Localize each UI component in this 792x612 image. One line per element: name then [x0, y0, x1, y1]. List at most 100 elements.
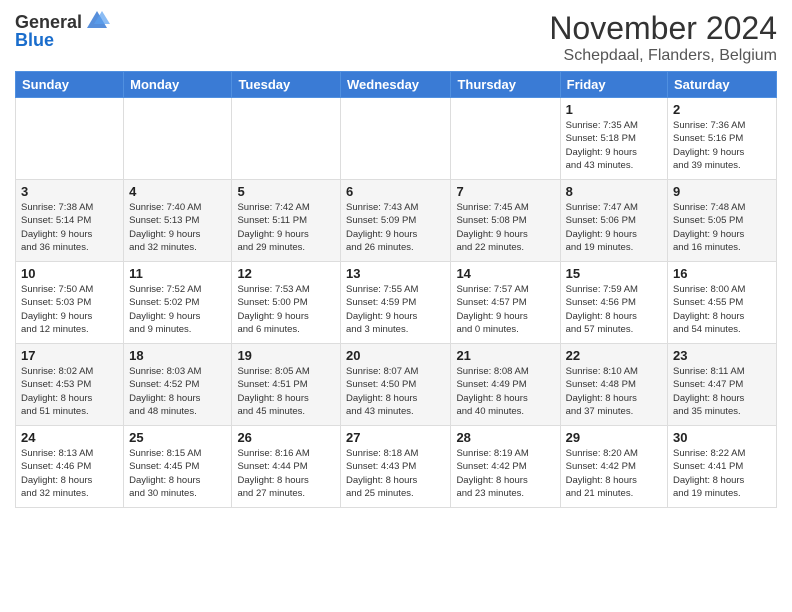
cell-w4-d5: 21 Sunrise: 8:08 AM Sunset: 4:49 PM Dayli… — [451, 344, 560, 426]
day-info: Sunrise: 8:02 AM Sunset: 4:53 PM Dayligh… — [21, 365, 118, 418]
day-info: Sunrise: 7:35 AM Sunset: 5:18 PM Dayligh… — [566, 119, 662, 172]
cell-w3-d4: 13 Sunrise: 7:55 AM Sunset: 4:59 PM Dayli… — [341, 262, 451, 344]
cell-w2-d2: 4 Sunrise: 7:40 AM Sunset: 5:13 PM Daylig… — [124, 180, 232, 262]
day-number: 17 — [21, 348, 118, 363]
day-info: Sunrise: 7:40 AM Sunset: 5:13 PM Dayligh… — [129, 201, 226, 254]
page-container: General Blue November 2024 Schepdaal, Fl… — [0, 0, 792, 518]
day-number: 30 — [673, 430, 771, 445]
day-info: Sunrise: 7:53 AM Sunset: 5:00 PM Dayligh… — [237, 283, 335, 336]
day-number: 19 — [237, 348, 335, 363]
header: General Blue November 2024 Schepdaal, Fl… — [15, 10, 777, 65]
cell-w3-d2: 11Sunrise: 7:52 AM Sunset: 5:02 PM Dayli… — [124, 262, 232, 344]
cell-w4-d2: 18Sunrise: 8:03 AM Sunset: 4:52 PM Dayli… — [124, 344, 232, 426]
day-info: Sunrise: 7:36 AM Sunset: 5:16 PM Dayligh… — [673, 119, 771, 172]
day-info: Sunrise: 7:42 AM Sunset: 5:11 PM Dayligh… — [237, 201, 335, 254]
logo-blue-text: Blue — [15, 30, 54, 51]
day-number: 4 — [129, 184, 226, 199]
cell-w4-d1: 17 Sunrise: 8:02 AM Sunset: 4:53 PM Dayli… — [16, 344, 124, 426]
col-saturday: Saturday — [668, 72, 777, 98]
cell-w5-d5: 28Sunrise: 8:19 AM Sunset: 4:42 PM Dayli… — [451, 426, 560, 508]
cell-w3-d1: 10 Sunrise: 7:50 AM Sunset: 5:03 PM Dayli… — [16, 262, 124, 344]
week-row-3: 10 Sunrise: 7:50 AM Sunset: 5:03 PM Dayli… — [16, 262, 777, 344]
day-info: Sunrise: 7:50 AM Sunset: 5:03 PM Dayligh… — [21, 283, 118, 336]
cell-w1-d2 — [124, 98, 232, 180]
cell-w2-d6: 8 Sunrise: 7:47 AM Sunset: 5:06 PM Daylig… — [560, 180, 667, 262]
location-text: Schepdaal, Flanders, Belgium — [549, 47, 777, 65]
day-number: 10 — [21, 266, 118, 281]
col-sunday: Sunday — [16, 72, 124, 98]
cell-w1-d1 — [16, 98, 124, 180]
day-number: 8 — [566, 184, 662, 199]
day-info: Sunrise: 7:59 AM Sunset: 4:56 PM Dayligh… — [566, 283, 662, 336]
cell-w5-d3: 26 Sunrise: 8:16 AM Sunset: 4:44 PM Dayli… — [232, 426, 341, 508]
day-number: 7 — [456, 184, 554, 199]
logo: General Blue — [15, 10, 110, 51]
day-number: 3 — [21, 184, 118, 199]
title-area: November 2024 Schepdaal, Flanders, Belgi… — [549, 10, 777, 65]
cell-w1-d4 — [341, 98, 451, 180]
cell-w5-d6: 29 Sunrise: 8:20 AM Sunset: 4:42 PM Dayli… — [560, 426, 667, 508]
cell-w3-d7: 16 Sunrise: 8:00 AM Sunset: 4:55 PM Dayli… — [668, 262, 777, 344]
cell-w1-d5 — [451, 98, 560, 180]
day-info: Sunrise: 7:43 AM Sunset: 5:09 PM Dayligh… — [346, 201, 445, 254]
day-number: 20 — [346, 348, 445, 363]
cell-w5-d4: 27 Sunrise: 8:18 AM Sunset: 4:43 PM Dayli… — [341, 426, 451, 508]
day-number: 27 — [346, 430, 445, 445]
cell-w5-d7: 30Sunrise: 8:22 AM Sunset: 4:41 PM Dayli… — [668, 426, 777, 508]
day-info: Sunrise: 8:05 AM Sunset: 4:51 PM Dayligh… — [237, 365, 335, 418]
day-info: Sunrise: 7:48 AM Sunset: 5:05 PM Dayligh… — [673, 201, 771, 254]
cell-w2-d1: 3 Sunrise: 7:38 AM Sunset: 5:14 PM Daylig… — [16, 180, 124, 262]
day-number: 11 — [129, 266, 226, 281]
day-info: Sunrise: 8:11 AM Sunset: 4:47 PM Dayligh… — [673, 365, 771, 418]
week-row-5: 24Sunrise: 8:13 AM Sunset: 4:46 PM Dayli… — [16, 426, 777, 508]
day-info: Sunrise: 8:00 AM Sunset: 4:55 PM Dayligh… — [673, 283, 771, 336]
cell-w3-d6: 15 Sunrise: 7:59 AM Sunset: 4:56 PM Dayli… — [560, 262, 667, 344]
day-number: 6 — [346, 184, 445, 199]
day-info: Sunrise: 8:15 AM Sunset: 4:45 PM Dayligh… — [129, 447, 226, 500]
day-info: Sunrise: 8:19 AM Sunset: 4:42 PM Dayligh… — [456, 447, 554, 500]
day-number: 16 — [673, 266, 771, 281]
day-number: 26 — [237, 430, 335, 445]
day-info: Sunrise: 8:10 AM Sunset: 4:48 PM Dayligh… — [566, 365, 662, 418]
cell-w2-d5: 7 Sunrise: 7:45 AM Sunset: 5:08 PM Daylig… — [451, 180, 560, 262]
day-number: 23 — [673, 348, 771, 363]
cell-w2-d3: 5Sunrise: 7:42 AM Sunset: 5:11 PM Daylig… — [232, 180, 341, 262]
week-row-2: 3 Sunrise: 7:38 AM Sunset: 5:14 PM Daylig… — [16, 180, 777, 262]
day-number: 2 — [673, 102, 771, 117]
cell-w4-d7: 23 Sunrise: 8:11 AM Sunset: 4:47 PM Dayli… — [668, 344, 777, 426]
cell-w4-d4: 20Sunrise: 8:07 AM Sunset: 4:50 PM Dayli… — [341, 344, 451, 426]
day-info: Sunrise: 8:18 AM Sunset: 4:43 PM Dayligh… — [346, 447, 445, 500]
calendar-table: Sunday Monday Tuesday Wednesday Thursday… — [15, 71, 777, 508]
day-number: 1 — [566, 102, 662, 117]
col-wednesday: Wednesday — [341, 72, 451, 98]
day-number: 22 — [566, 348, 662, 363]
day-info: Sunrise: 7:55 AM Sunset: 4:59 PM Dayligh… — [346, 283, 445, 336]
day-number: 29 — [566, 430, 662, 445]
day-number: 25 — [129, 430, 226, 445]
col-friday: Friday — [560, 72, 667, 98]
cell-w4-d6: 22 Sunrise: 8:10 AM Sunset: 4:48 PM Dayli… — [560, 344, 667, 426]
cell-w4-d3: 19 Sunrise: 8:05 AM Sunset: 4:51 PM Dayli… — [232, 344, 341, 426]
day-number: 9 — [673, 184, 771, 199]
day-info: Sunrise: 8:16 AM Sunset: 4:44 PM Dayligh… — [237, 447, 335, 500]
month-title: November 2024 — [549, 10, 777, 47]
col-thursday: Thursday — [451, 72, 560, 98]
day-info: Sunrise: 7:38 AM Sunset: 5:14 PM Dayligh… — [21, 201, 118, 254]
cell-w5-d1: 24Sunrise: 8:13 AM Sunset: 4:46 PM Dayli… — [16, 426, 124, 508]
day-info: Sunrise: 8:20 AM Sunset: 4:42 PM Dayligh… — [566, 447, 662, 500]
logo-icon — [84, 8, 110, 34]
col-tuesday: Tuesday — [232, 72, 341, 98]
week-row-1: 1 Sunrise: 7:35 AM Sunset: 5:18 PM Daylig… — [16, 98, 777, 180]
cell-w2-d4: 6 Sunrise: 7:43 AM Sunset: 5:09 PM Daylig… — [341, 180, 451, 262]
day-number: 15 — [566, 266, 662, 281]
day-info: Sunrise: 7:47 AM Sunset: 5:06 PM Dayligh… — [566, 201, 662, 254]
day-info: Sunrise: 8:03 AM Sunset: 4:52 PM Dayligh… — [129, 365, 226, 418]
cell-w1-d6: 1 Sunrise: 7:35 AM Sunset: 5:18 PM Daylig… — [560, 98, 667, 180]
day-number: 21 — [456, 348, 554, 363]
day-number: 13 — [346, 266, 445, 281]
week-row-4: 17 Sunrise: 8:02 AM Sunset: 4:53 PM Dayli… — [16, 344, 777, 426]
day-number: 12 — [237, 266, 335, 281]
day-info: Sunrise: 8:08 AM Sunset: 4:49 PM Dayligh… — [456, 365, 554, 418]
cell-w5-d2: 25 Sunrise: 8:15 AM Sunset: 4:45 PM Dayli… — [124, 426, 232, 508]
day-info: Sunrise: 7:45 AM Sunset: 5:08 PM Dayligh… — [456, 201, 554, 254]
